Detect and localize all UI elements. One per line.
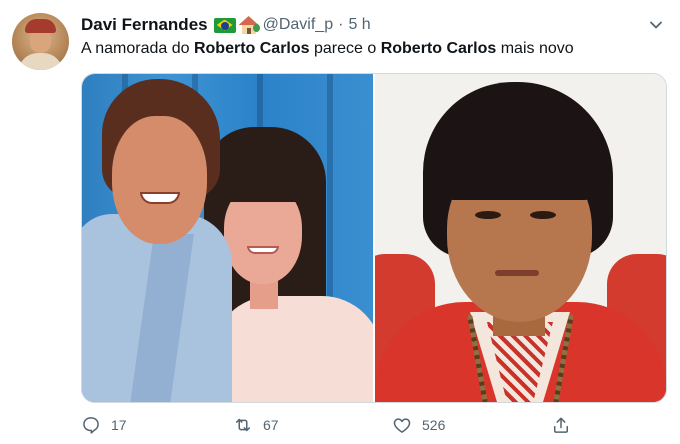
tweet[interactable]: Davi Fernandes @Davif_p · 5 h A namorada… [0,0,680,444]
avatar[interactable] [12,13,69,70]
tweet-timestamp[interactable]: 5 h [348,16,370,34]
reply-count: 17 [111,417,127,433]
tweet-text-bold: Roberto Carlos [193,40,310,57]
brazil-flag-icon [213,17,236,33]
share-button[interactable] [551,412,571,438]
eye [530,211,556,219]
separator-dot: · [338,16,344,33]
woman-smile [247,246,279,254]
bangs [433,132,598,200]
chevron-down-icon[interactable] [648,17,664,33]
author-handle[interactable]: @Davif_p [263,16,334,34]
retweet-button[interactable]: 67 [233,412,279,438]
tweet-actions: 17 67 526 [81,412,581,438]
woman-bangs [220,162,306,202]
share-icon [554,417,568,433]
reply-icon [83,417,99,434]
photo-left[interactable] [82,74,373,402]
heart-icon [393,418,411,433]
reply-button[interactable]: 17 [81,412,127,438]
tweet-header: Davi Fernandes @Davif_p · 5 h [81,13,371,37]
media-grid [81,73,667,403]
tweet-text: A namorada do Roberto Carlos parece o Ro… [81,40,574,58]
author-name[interactable]: Davi Fernandes [81,15,208,35]
retweet-count: 67 [263,417,279,433]
photo-right[interactable] [375,74,666,402]
woman-shirt [212,296,373,402]
like-count: 526 [422,417,446,433]
man-smile [140,192,180,204]
tweet-text-part: parece o [309,40,381,57]
man-face [112,116,207,244]
house-icon [238,16,260,34]
avatar-shirt [18,53,63,70]
tweet-text-bold: Roberto Carlos [380,40,497,57]
avatar-cap [25,19,56,33]
tweet-text-part: mais novo [496,40,574,57]
tweet-text-part: A namorada do [81,40,194,57]
retweet-icon [236,418,250,432]
eye [475,211,501,219]
like-button[interactable]: 526 [392,412,445,438]
mouth [495,270,539,276]
